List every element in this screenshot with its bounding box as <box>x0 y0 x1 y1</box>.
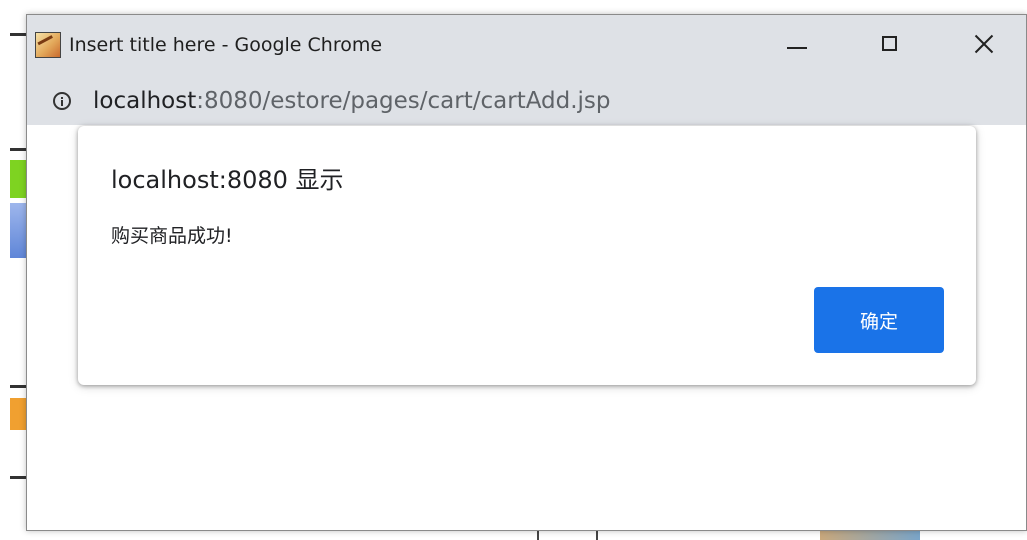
close-icon <box>974 33 994 53</box>
maximize-button[interactable] <box>860 15 924 77</box>
alert-dialog: localhost:8080 显示 购买商品成功! 确定 <box>78 126 976 385</box>
ok-button[interactable]: 确定 <box>814 287 944 353</box>
background-divider <box>596 531 598 540</box>
tomcat-app-icon <box>35 32 61 58</box>
background-page-left-edge <box>0 0 26 540</box>
dialog-message: 购买商品成功! <box>111 225 233 247</box>
background-divider <box>10 33 26 36</box>
minimize-icon <box>787 47 807 49</box>
background-divider <box>10 476 26 479</box>
background-divider <box>10 148 26 151</box>
dialog-title: localhost:8080 显示 <box>111 166 344 194</box>
background-divider <box>537 531 539 540</box>
title-bar[interactable]: Insert title here - Google Chrome <box>27 15 1026 77</box>
maximize-icon <box>882 36 897 51</box>
background-image-fragment <box>820 531 920 540</box>
background-orange-tab <box>10 398 26 430</box>
window-title: Insert title here - Google Chrome <box>69 34 383 56</box>
background-green-tab <box>10 160 26 198</box>
background-blue-tab <box>10 203 26 258</box>
url-host: localhost <box>93 88 197 114</box>
minimize-button[interactable] <box>767 15 831 77</box>
background-divider <box>10 385 26 388</box>
close-button[interactable] <box>952 15 1016 77</box>
info-icon[interactable] <box>53 92 71 110</box>
url-path: :8080/estore/pages/cart/cartAdd.jsp <box>196 88 611 114</box>
screen: Insert title here - Google Chrome localh… <box>0 0 1027 540</box>
url-text[interactable]: localhost:8080/estore/pages/cart/cartAdd… <box>93 87 611 115</box>
address-bar[interactable]: localhost:8080/estore/pages/cart/cartAdd… <box>27 77 1026 125</box>
chrome-popup-window: Insert title here - Google Chrome localh… <box>26 14 1027 531</box>
